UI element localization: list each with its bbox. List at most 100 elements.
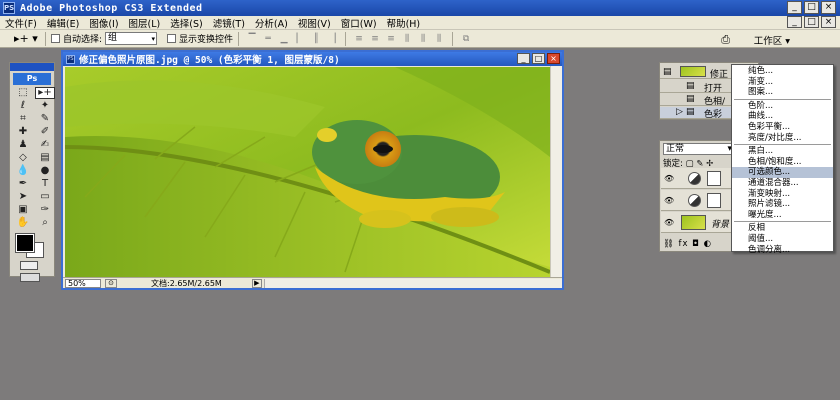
lasso-icon[interactable]: ℓ	[13, 100, 33, 112]
distribute-bottom-icon[interactable]: ≡	[385, 33, 397, 45]
tools-palette-header[interactable]	[10, 63, 54, 71]
doc-minimize-button[interactable]: _	[787, 16, 802, 28]
layer-mask-thumb[interactable]	[707, 171, 721, 186]
move-tool-icon[interactable]: ▸+	[35, 87, 55, 99]
layer-mask-thumb[interactable]	[707, 193, 721, 208]
menu-item-photo-filter[interactable]: 照片滤镜...	[732, 199, 833, 210]
type-icon[interactable]: T	[35, 178, 55, 190]
menu-select[interactable]: 选择(S)	[165, 16, 207, 30]
maximize-button[interactable]: □	[804, 1, 819, 14]
minimize-button[interactable]: _	[787, 1, 802, 14]
align-top-icon[interactable]: ▔	[246, 33, 258, 45]
link-layers-icon[interactable]: ⛓	[663, 239, 675, 249]
align-bottom-icon[interactable]: ▁	[278, 33, 290, 45]
distribute-vcenter-icon[interactable]: ≡	[369, 33, 381, 45]
document-maximize-button[interactable]: □	[532, 53, 545, 64]
menu-item-solid-color[interactable]: 纯色...	[732, 66, 833, 77]
pen-icon[interactable]: ✒	[13, 178, 33, 190]
gradient-icon[interactable]: ▤	[35, 152, 55, 164]
printer-icon[interactable]: ⎙	[721, 33, 730, 47]
document-titlebar[interactable]: PS 修正偏色照片原图.jpg @ 50% (色彩平衡 1, 图层蒙版/8) _…	[63, 52, 562, 66]
menu-item-selective-color[interactable]: 可选颜色...	[732, 167, 833, 178]
doc-restore-button[interactable]: □	[804, 16, 819, 28]
magic-wand-icon[interactable]: ✦	[35, 100, 55, 112]
auto-align-icon[interactable]: ⧉	[460, 33, 472, 45]
align-left-icon[interactable]: ▏	[294, 33, 306, 45]
status-options-icon[interactable]: ⊙	[105, 278, 117, 288]
zoom-level-field[interactable]: 50%	[65, 278, 101, 288]
menu-item-gradient[interactable]: 渐变...	[732, 77, 833, 88]
menu-analysis[interactable]: 分析(A)	[250, 16, 293, 30]
menu-item-curves[interactable]: 曲线...	[732, 111, 833, 122]
menu-item-pattern[interactable]: 图案...	[732, 87, 833, 98]
align-vcenter-icon[interactable]: ═	[262, 33, 274, 45]
history-brush-icon[interactable]: ✍	[35, 139, 55, 151]
menu-item-color-balance[interactable]: 色彩平衡...	[732, 122, 833, 133]
menu-item-channel-mixer[interactable]: 通道混合器...	[732, 178, 833, 189]
align-hcenter-icon[interactable]: ║	[310, 33, 322, 45]
menu-file[interactable]: 文件(F)	[0, 16, 42, 30]
document-close-button[interactable]: ×	[547, 53, 560, 64]
menu-window[interactable]: 窗口(W)	[336, 16, 382, 30]
auto-select-label: 自动选择:	[63, 35, 103, 45]
eye-icon[interactable]: 👁	[664, 174, 674, 183]
shape-icon[interactable]: ▭	[35, 191, 55, 203]
add-mask-icon[interactable]: ◘	[692, 239, 700, 249]
hand-icon[interactable]: ✋	[13, 217, 33, 229]
menu-item-brightness-contrast[interactable]: 亮度/对比度...	[732, 133, 833, 144]
move-tool-icon[interactable]: ▸+ ▾	[14, 32, 40, 45]
dodge-icon[interactable]: ●	[35, 165, 55, 177]
slice-icon[interactable]: ✎	[35, 113, 55, 125]
show-transform-checkbox[interactable]	[167, 34, 177, 43]
menu-item-levels[interactable]: 色阶...	[732, 101, 833, 112]
auto-select-dropdown[interactable]: 组 ▾	[105, 32, 158, 45]
eyedropper-icon[interactable]: ✑	[35, 204, 55, 216]
notes-icon[interactable]: ▣	[13, 204, 33, 216]
menu-item-hue-saturation[interactable]: 色相/饱和度...	[732, 157, 833, 168]
layer-style-icon[interactable]: fx	[679, 239, 689, 249]
align-right-icon[interactable]: ▕	[326, 33, 338, 45]
menu-edit[interactable]: 编辑(E)	[42, 16, 84, 30]
foreground-color-swatch[interactable]	[15, 233, 35, 253]
menu-item-invert[interactable]: 反相	[732, 223, 833, 234]
marquee-icon[interactable]: ⬚	[13, 87, 33, 99]
distribute-right-icon[interactable]: ⫼	[433, 33, 445, 45]
menu-help[interactable]: 帮助(H)	[382, 16, 426, 30]
menu-item-exposure[interactable]: 曝光度...	[732, 210, 833, 221]
auto-select-checkbox[interactable]	[51, 34, 60, 43]
eye-icon[interactable]: 👁	[664, 196, 674, 205]
image-canvas[interactable]	[65, 67, 550, 279]
eraser-icon[interactable]: ◇	[13, 152, 33, 164]
document-minimize-button[interactable]: _	[517, 53, 530, 64]
close-button[interactable]: ×	[821, 1, 836, 14]
vertical-scrollbar[interactable]	[550, 66, 562, 279]
healing-brush-icon[interactable]: ✚	[13, 126, 33, 138]
zoom-icon[interactable]: ⌕	[35, 217, 55, 229]
screen-mode-icon[interactable]	[20, 273, 40, 282]
distribute-hcenter-icon[interactable]: ⫼	[417, 33, 429, 45]
blend-mode-dropdown[interactable]: 正常 ▾	[663, 143, 735, 155]
new-adjustment-icon[interactable]: ◐	[704, 239, 712, 249]
eye-icon[interactable]: 👁	[664, 218, 674, 227]
distribute-top-icon[interactable]: ≡	[353, 33, 365, 45]
menu-item-black-white[interactable]: 黑白...	[732, 146, 833, 157]
menu-item-gradient-map[interactable]: 渐变映射...	[732, 189, 833, 200]
ps-logo[interactable]: Ps	[13, 73, 51, 85]
menu-image[interactable]: 图像(I)	[84, 16, 123, 30]
crop-icon[interactable]: ⌗	[13, 113, 33, 125]
horizontal-scrollbar[interactable]	[263, 278, 562, 288]
doc-close-button[interactable]: ×	[821, 16, 836, 28]
status-menu-arrow-icon[interactable]: ▶	[251, 278, 262, 288]
menu-view[interactable]: 视图(V)	[293, 16, 336, 30]
brush-icon[interactable]: ✐	[35, 126, 55, 138]
distribute-left-icon[interactable]: ⫼	[401, 33, 413, 45]
path-select-icon[interactable]: ➤	[13, 191, 33, 203]
workspace-menu[interactable]: 工作区 ▾	[754, 33, 790, 47]
quick-mask-icon[interactable]	[20, 261, 38, 270]
menu-filter[interactable]: 滤镜(T)	[208, 16, 250, 30]
menu-layer[interactable]: 图层(L)	[124, 16, 166, 30]
clone-stamp-icon[interactable]: ♟	[13, 139, 33, 151]
blur-icon[interactable]: 💧	[13, 165, 33, 177]
menu-item-posterize[interactable]: 色调分离...	[732, 245, 833, 256]
menu-item-threshold[interactable]: 阈值...	[732, 234, 833, 245]
